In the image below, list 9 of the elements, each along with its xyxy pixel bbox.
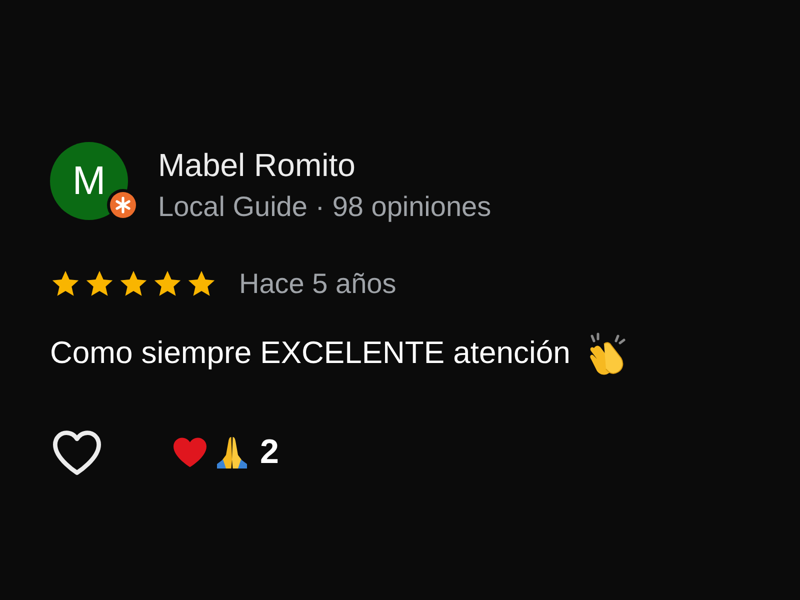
like-button[interactable]: [50, 428, 104, 476]
review-text: Como siempre EXCELENTE atención: [50, 335, 570, 371]
author-name[interactable]: Mabel Romito: [158, 146, 492, 184]
praying-hands-icon: [214, 434, 250, 470]
avatar: M: [50, 142, 128, 220]
heart-icon: [172, 435, 208, 469]
review-time: Hace 5 años: [239, 268, 396, 300]
reaction-count: 2: [260, 432, 279, 472]
author-info: Local Guide · 98 opiniones: [158, 190, 492, 224]
